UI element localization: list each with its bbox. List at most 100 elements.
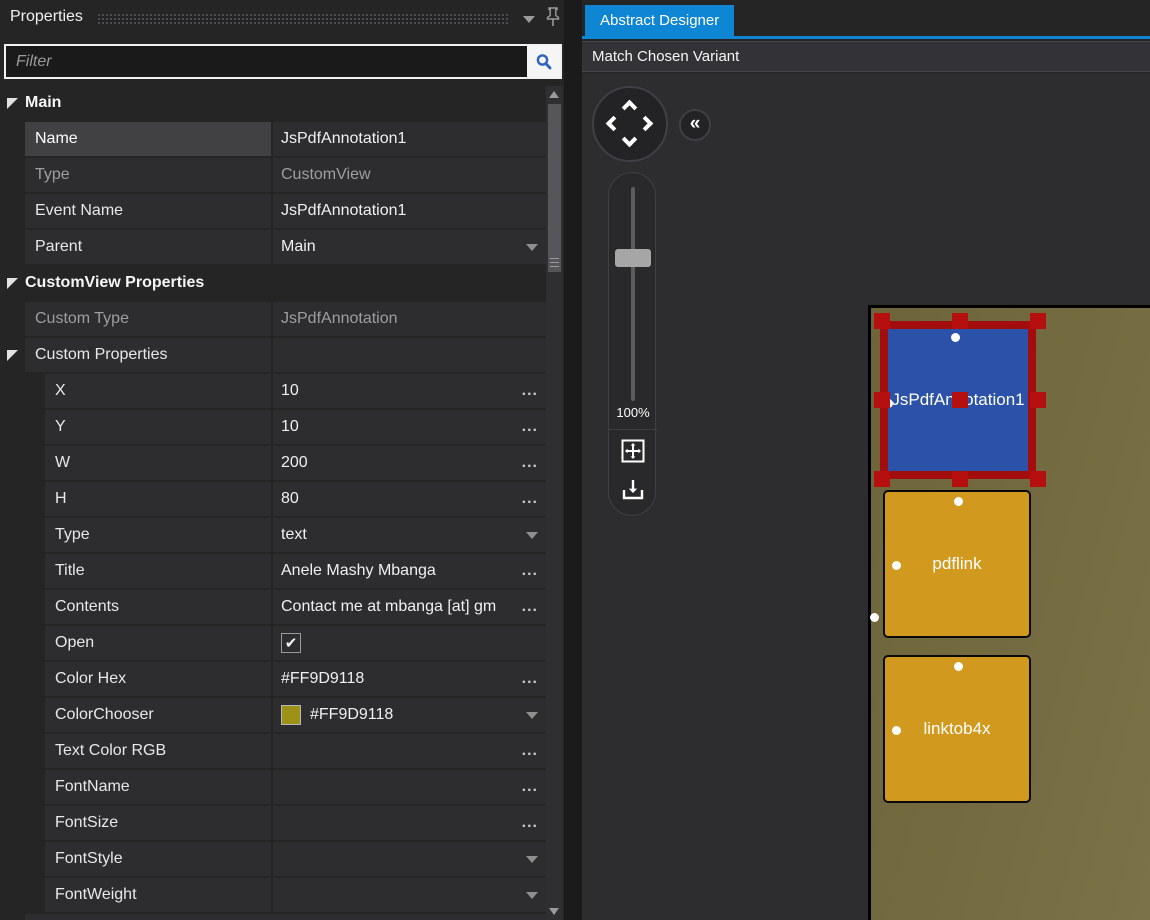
pan-left-icon[interactable] [605, 115, 622, 132]
property-row-custom-type[interactable]: Custom Type JsPdfAnnotation [0, 302, 546, 336]
property-row-name[interactable]: Name JsPdfAnnotation1 [0, 122, 546, 156]
property-value-cell[interactable]: 200... [273, 446, 546, 480]
property-value-cell[interactable]: JsPdfAnnotation [273, 302, 546, 336]
designer-view-pdflink[interactable]: pdflink [883, 490, 1031, 638]
property-row-type[interactable]: Type CustomView [0, 158, 546, 192]
property-row-type[interactable]: Type text [0, 518, 546, 552]
scroll-down-icon[interactable] [549, 908, 559, 915]
property-row-fontstyle[interactable]: FontStyle [0, 842, 546, 876]
pan-pad[interactable] [592, 86, 668, 162]
property-value-cell[interactable]: 10... [273, 410, 546, 444]
dropdown-arrow-icon[interactable] [526, 243, 538, 251]
ellipsis-button[interactable]: ... [522, 490, 538, 508]
property-value-cell[interactable] [273, 338, 546, 372]
zoom-slider-thumb[interactable] [615, 249, 651, 267]
selection-handle[interactable] [874, 471, 890, 487]
pan-up-icon[interactable] [621, 99, 638, 116]
ellipsis-button[interactable]: ... [522, 742, 538, 760]
expander-icon[interactable] [7, 278, 18, 289]
property-row-color-hex[interactable]: Color Hex #FF9D9118... [0, 662, 546, 696]
dropdown-arrow-icon[interactable] [526, 855, 538, 863]
selection-handle[interactable] [1030, 313, 1046, 329]
property-value-cell[interactable]: ✔ [273, 626, 546, 660]
dropdown-arrow-icon[interactable] [526, 711, 538, 719]
dropdown-arrow-icon[interactable] [526, 891, 538, 899]
property-row-y[interactable]: Y 10... [0, 410, 546, 444]
section-customview-properties[interactable]: CustomView Properties [0, 266, 546, 300]
property-row-open[interactable]: Open ✔ [0, 626, 546, 660]
property-value-cell[interactable]: ... [273, 806, 546, 840]
expander-icon[interactable] [7, 98, 18, 109]
property-value-cell[interactable]: 10... [273, 374, 546, 408]
dropdown-arrow-icon[interactable] [526, 531, 538, 539]
tab-accent-underline [582, 36, 1150, 39]
property-value-cell[interactable]: CustomView [273, 158, 546, 192]
property-value: 10 [281, 418, 299, 435]
ellipsis-button[interactable]: ... [522, 562, 538, 580]
panel-splitter[interactable] [564, 0, 582, 920]
ellipsis-button[interactable]: ... [522, 670, 538, 688]
property-row-w[interactable]: W 200... [0, 446, 546, 480]
selection-handle[interactable] [874, 313, 890, 329]
panel-menu-chevron-icon[interactable] [523, 16, 535, 23]
properties-scrollbar[interactable] [546, 86, 563, 920]
color-swatch[interactable] [281, 705, 301, 725]
property-value-cell[interactable]: text [273, 518, 546, 552]
property-row-title[interactable]: Title Anele Mashy Mbanga... [0, 554, 546, 588]
property-value-cell[interactable] [273, 878, 546, 912]
property-value-cell[interactable] [273, 842, 546, 876]
ellipsis-button[interactable]: ... [522, 382, 538, 400]
search-button[interactable] [527, 46, 560, 77]
ellipsis-button[interactable]: ... [522, 814, 538, 832]
property-row-colorchooser[interactable]: ColorChooser #FF9D9118 [0, 698, 546, 732]
property-value-cell[interactable]: #FF9D9118... [273, 662, 546, 696]
property-value-cell[interactable]: JsPdfAnnotation1 [273, 194, 546, 228]
pin-icon[interactable] [543, 5, 563, 29]
pan-right-icon[interactable] [637, 115, 654, 132]
ellipsis-button[interactable]: ... [522, 778, 538, 796]
move-tool-button[interactable] [618, 436, 648, 466]
property-row-h[interactable]: H 80... [0, 482, 546, 516]
drag-handle-texture[interactable] [97, 13, 509, 24]
property-value-cell[interactable]: #FF9D9118 [273, 698, 546, 732]
property-row-parent[interactable]: Parent Main [0, 230, 546, 264]
property-value-cell[interactable]: Contact me at mbanga [at] gm... [273, 590, 546, 624]
property-value: JsPdfAnnotation1 [281, 130, 407, 147]
selection-handle[interactable] [952, 471, 968, 487]
property-row-fontweight[interactable]: FontWeight [0, 878, 546, 912]
ellipsis-button[interactable]: ... [522, 598, 538, 616]
ellipsis-button[interactable]: ... [522, 454, 538, 472]
collapse-toolbar-button[interactable]: « [679, 109, 711, 141]
property-value-cell[interactable]: Anele Mashy Mbanga... [273, 554, 546, 588]
property-value-cell[interactable]: ... [273, 734, 546, 768]
ellipsis-button[interactable]: ... [522, 418, 538, 436]
property-value-cell[interactable]: JsPdfAnnotation1 [273, 122, 546, 156]
property-row-x[interactable]: X 10... [0, 374, 546, 408]
designer-view-linktob4x[interactable]: linktob4x [883, 655, 1031, 803]
section-main[interactable]: Main [0, 86, 546, 120]
pan-down-icon[interactable] [621, 131, 638, 148]
property-row-contents[interactable]: Contents Contact me at mbanga [at] gm... [0, 590, 546, 624]
scroll-up-icon[interactable] [549, 91, 559, 98]
property-value-cell[interactable]: 80... [273, 482, 546, 516]
property-row-event-name[interactable]: Event Name JsPdfAnnotation1 [0, 194, 546, 228]
layout-canvas[interactable]: JsPdfAnnotation1 pdflink linktob4x [868, 305, 1150, 920]
property-row-custom-properties[interactable]: Custom Properties [0, 338, 546, 372]
expander-icon[interactable] [7, 350, 18, 361]
filter-input[interactable] [6, 52, 527, 71]
scrollbar-thumb[interactable] [548, 104, 561, 272]
property-row-fontsize[interactable]: FontSize... [0, 806, 546, 840]
property-row-fontname[interactable]: FontName... [0, 770, 546, 804]
zoom-slider[interactable] [631, 187, 635, 401]
selection-handle[interactable] [952, 392, 968, 408]
selection-handle[interactable] [874, 392, 890, 408]
property-value-cell[interactable]: Main [273, 230, 546, 264]
checkbox[interactable]: ✔ [281, 633, 301, 653]
selection-handle[interactable] [952, 313, 968, 329]
property-value-cell[interactable]: ... [273, 770, 546, 804]
import-layout-button[interactable] [618, 474, 648, 504]
selection-handle[interactable] [1030, 392, 1046, 408]
property-row-text-color-rgb[interactable]: Text Color RGB... [0, 734, 546, 768]
selection-handle[interactable] [1030, 471, 1046, 487]
tab-abstract-designer[interactable]: Abstract Designer [585, 5, 735, 36]
